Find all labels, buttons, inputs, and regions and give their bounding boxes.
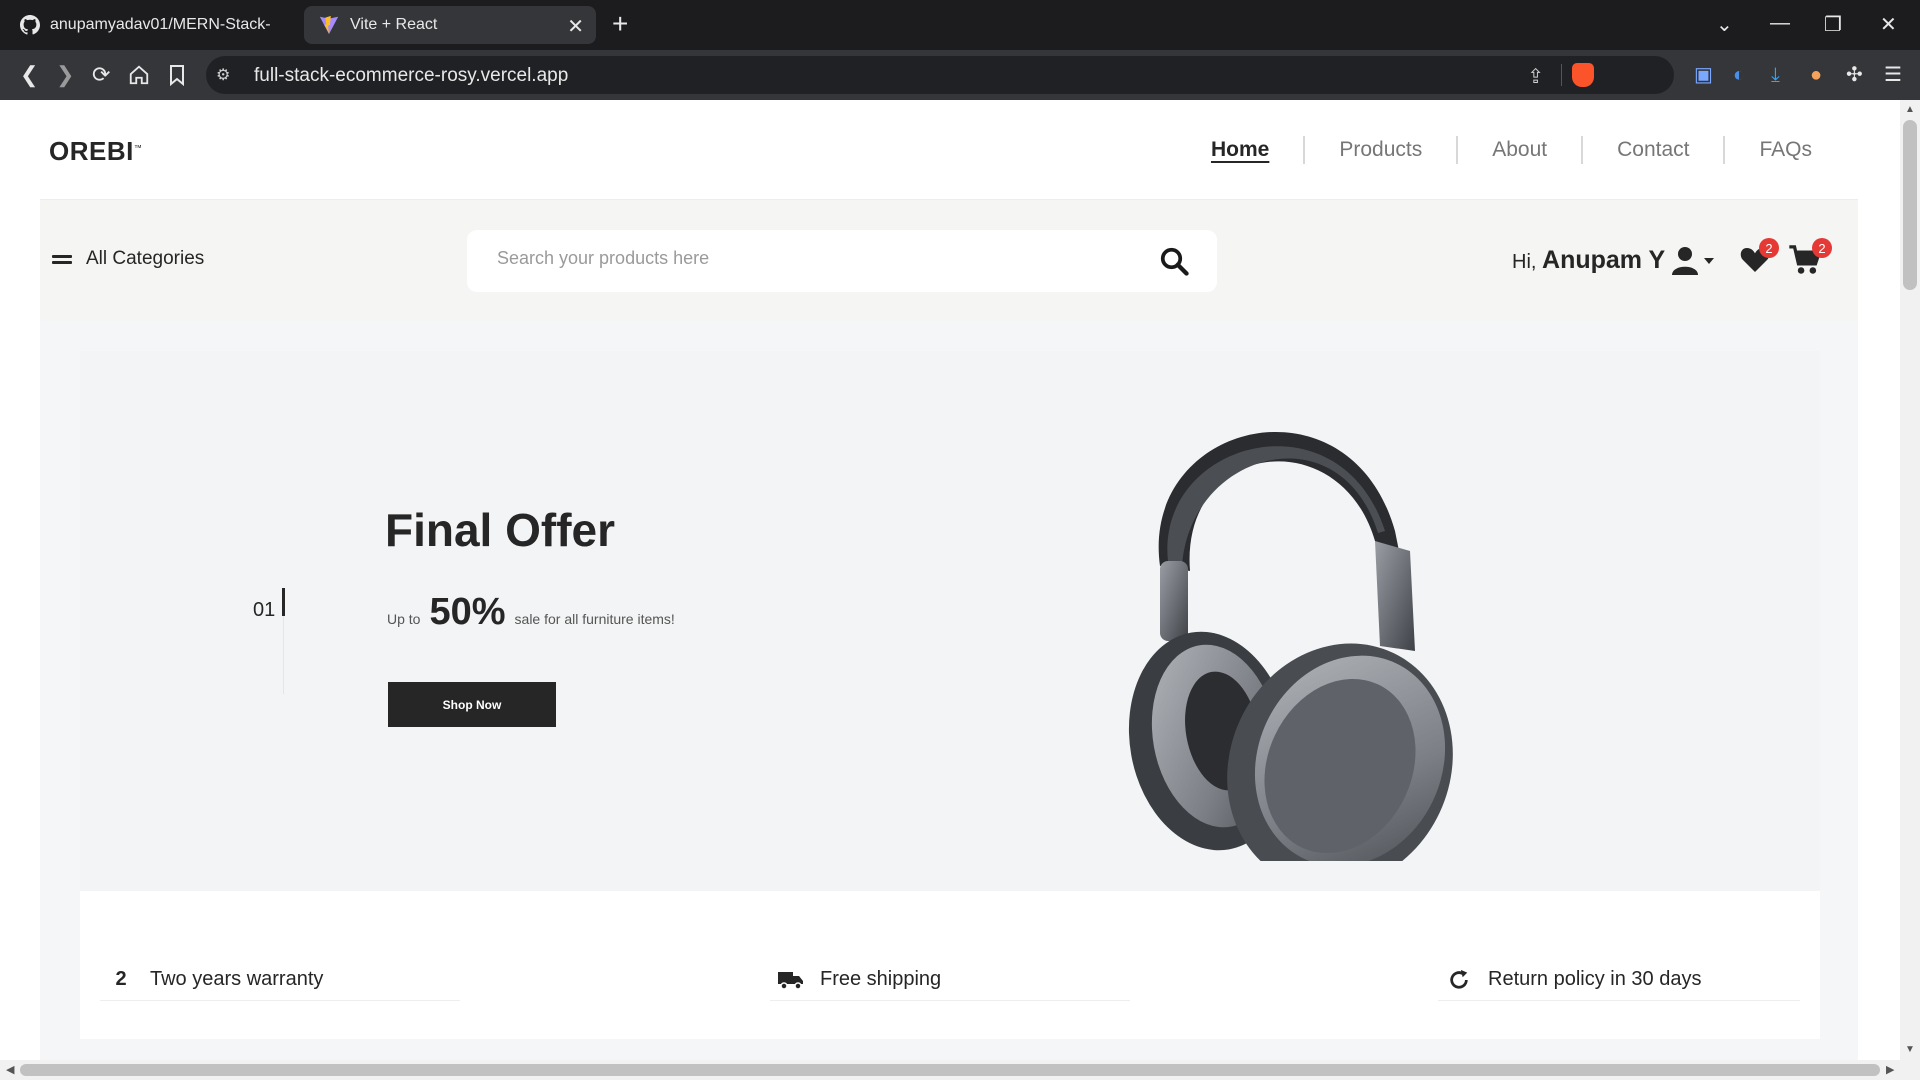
scroll-left-icon[interactable]: ◀ — [6, 1063, 14, 1076]
search-input[interactable] — [497, 248, 1137, 269]
feature-label: Free shipping — [820, 968, 942, 990]
scroll-thumb[interactable] — [1903, 120, 1917, 290]
truck-icon — [770, 970, 812, 990]
site-logo[interactable]: OREBI™ — [49, 136, 142, 167]
tab-vite-react[interactable]: Vite + React ✕ — [304, 6, 596, 44]
nav-home[interactable]: Home — [1177, 136, 1306, 164]
extension-icon[interactable]: ◐ — [1733, 64, 1745, 86]
new-tab-button[interactable]: + — [612, 10, 628, 38]
extension-icon[interactable]: ▣ — [1694, 64, 1713, 86]
browser-toolbar: ❮ ❯ ⟳ ⚙ full-stack-ecommerce-rosy.vercel… — [0, 50, 1920, 100]
tab-github[interactable]: anupamyadav01/MERN-Stack-eCom — [8, 6, 298, 44]
search-box — [467, 230, 1217, 292]
hero-banner: 01 Final Offer Up to 50% sale for all fu… — [80, 351, 1820, 891]
minimize-button[interactable]: — — [1770, 12, 1790, 35]
slide-indicator-active — [282, 588, 285, 616]
extensions-puzzle-icon[interactable]: ✣ — [1846, 64, 1863, 86]
brave-shields-icon[interactable] — [1572, 63, 1594, 87]
hero-sub-suffix: sale for all furniture items! — [514, 611, 675, 627]
reload-icon[interactable]: ⟳ — [92, 63, 110, 87]
forward-icon[interactable]: ❯ — [56, 63, 74, 87]
user-menu-icon[interactable] — [1672, 246, 1716, 276]
scroll-thumb[interactable] — [20, 1064, 1880, 1076]
hamburger-icon — [52, 252, 72, 267]
main-nav: Home Products About Contact FAQs — [1177, 130, 1812, 170]
address-bar[interactable]: ⚙ full-stack-ecommerce-rosy.vercel.app ⇪ — [206, 56, 1674, 94]
greeting-prefix: Hi, — [1512, 251, 1537, 273]
feature-warranty: 2 Two years warranty — [100, 959, 460, 1001]
wishlist-button[interactable]: 2 — [1739, 238, 1779, 278]
search-icon[interactable] — [1159, 246, 1189, 276]
hero-title: Final Offer — [385, 504, 616, 556]
user-greeting: Hi, Anupam Y — [1512, 246, 1665, 275]
back-icon[interactable]: ❮ — [20, 63, 38, 87]
wishlist-count-badge: 2 — [1759, 238, 1779, 258]
logo-text: OREBI — [49, 136, 134, 166]
feature-return: Return policy in 30 days — [1438, 959, 1800, 1001]
features-strip: 2 Two years warranty Free shipping Retur… — [80, 891, 1820, 1039]
feature-label: Return policy in 30 days — [1488, 968, 1702, 990]
tab-search-chevron-icon[interactable]: ⌄ — [1716, 12, 1733, 37]
scroll-up-icon[interactable]: ▲ — [1905, 104, 1915, 115]
restore-button[interactable]: ❐ — [1824, 12, 1842, 37]
slide-number[interactable]: 01 — [253, 599, 275, 622]
menu-icon[interactable]: ☰ — [1884, 64, 1902, 86]
nav-products[interactable]: Products — [1305, 136, 1459, 164]
extension-icon[interactable]: ● — [1810, 64, 1822, 86]
site-header: OREBI™ Home Products About Contact FAQs — [40, 100, 1858, 200]
github-icon — [20, 15, 40, 35]
tab-title: anupamyadav01/MERN-Stack-eCom — [50, 16, 270, 33]
slide-indicator-track — [283, 616, 284, 694]
page-viewport: OREBI™ Home Products About Contact FAQs … — [0, 100, 1900, 1060]
search-bar-row: All Categories Hi, Anupam Y 2 2 — [40, 200, 1858, 321]
nav-about[interactable]: About — [1458, 136, 1584, 164]
home-icon[interactable] — [128, 64, 150, 86]
all-categories-button[interactable]: All Categories — [52, 248, 204, 270]
user-name: Anupam Y — [1542, 246, 1666, 274]
feature-shipping: Free shipping — [770, 959, 1130, 1001]
bookmark-icon[interactable] — [168, 64, 186, 86]
nav-faqs[interactable]: FAQs — [1725, 136, 1812, 164]
hero-section: 01 Final Offer Up to 50% sale for all fu… — [40, 321, 1858, 1060]
warranty-number: 2 — [115, 968, 127, 990]
shop-now-button[interactable]: Shop Now — [388, 682, 556, 727]
categories-label: All Categories — [86, 248, 205, 269]
horizontal-scrollbar[interactable]: ◀ ▶ — [0, 1060, 1920, 1080]
cart-count-badge: 2 — [1812, 238, 1832, 258]
scroll-down-icon[interactable]: ▼ — [1905, 1044, 1915, 1055]
browser-tab-strip: anupamyadav01/MERN-Stack-eCom Vite + Rea… — [0, 0, 1920, 50]
download-icon[interactable]: ⤓ — [1771, 64, 1780, 86]
feature-label: Two years warranty — [150, 968, 324, 990]
logo-mark: ™ — [133, 143, 143, 153]
vertical-scrollbar[interactable]: ▲ ▼ — [1900, 100, 1920, 1060]
site-settings-icon[interactable]: ⚙ — [216, 65, 230, 85]
close-window-button[interactable]: ✕ — [1880, 12, 1897, 37]
hero-subtitle: Up to 50% sale for all furniture items! — [387, 591, 675, 634]
scroll-right-icon[interactable]: ▶ — [1886, 1063, 1894, 1076]
vite-icon — [319, 15, 339, 35]
nav-contact[interactable]: Contact — [1583, 136, 1726, 164]
tab-title: Vite + React — [350, 16, 438, 33]
headphones-image — [1128, 431, 1453, 861]
close-tab-icon[interactable]: ✕ — [567, 14, 584, 39]
url-text[interactable]: full-stack-ecommerce-rosy.vercel.app — [254, 65, 568, 87]
divider — [1561, 64, 1562, 86]
cart-button[interactable]: 2 — [1788, 238, 1832, 278]
share-icon[interactable]: ⇪ — [1527, 64, 1544, 89]
hero-sub-prefix: Up to — [387, 611, 421, 627]
refresh-icon — [1438, 969, 1480, 991]
discount-value: 50% — [429, 591, 506, 633]
